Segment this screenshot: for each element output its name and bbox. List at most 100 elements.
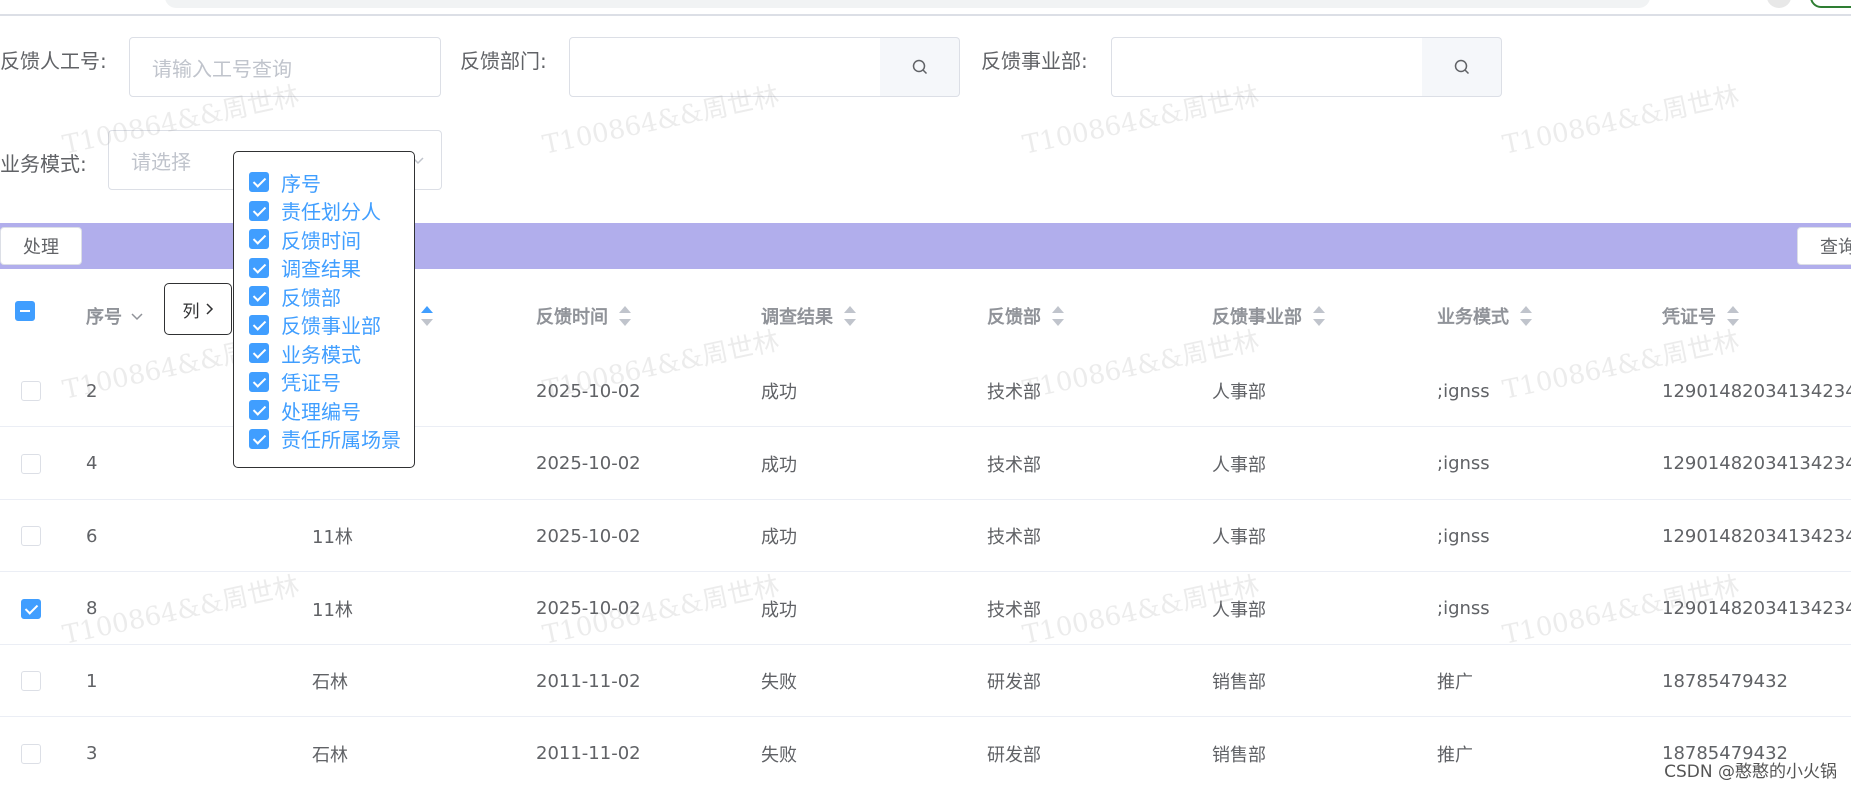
cell-result: 成功: [761, 599, 797, 621]
cell-department: 研发部: [987, 744, 1041, 766]
select-all-checkbox[interactable]: [15, 301, 35, 321]
header-seq[interactable]: 序号: [86, 275, 144, 357]
cell-feedback-time: 2011-11-02: [536, 670, 641, 692]
sort-icon[interactable]: [843, 306, 857, 326]
employee-id-placeholder: 请输入工号查询: [152, 56, 292, 81]
search-icon: [1454, 59, 1469, 75]
sort-icon[interactable]: [420, 306, 434, 326]
business-unit-input[interactable]: [1111, 37, 1423, 97]
table-row[interactable]: 6 11林 2025-10-02 成功 技术部 人事部 ;ignss 129014820341…: [0, 500, 1851, 572]
table-row[interactable]: 3 石林 2011-11-02 失败 研发部 销售部 推广 18785479432: [0, 717, 1851, 786]
sort-icon[interactable]: [1312, 306, 1326, 326]
column-option-checkbox[interactable]: [249, 229, 269, 250]
column-option[interactable]: 责任所属场景: [234, 425, 414, 454]
row-checkbox[interactable]: [21, 743, 41, 764]
cell-person: 11林: [312, 527, 353, 548]
cell-result: 成功: [761, 454, 797, 476]
browser-top-bar: [0, 0, 1851, 16]
column-option[interactable]: 调查结果: [234, 254, 414, 283]
query-button[interactable]: 查询: [1797, 227, 1851, 265]
column-option-checkbox[interactable]: [249, 286, 269, 307]
chevron-right-icon: [205, 303, 213, 315]
cell-business-mode: ;ignss: [1437, 380, 1490, 402]
cell-business-unit: 销售部: [1212, 744, 1266, 766]
header-result[interactable]: 调查结果: [761, 275, 857, 357]
column-option[interactable]: 责任划分人: [234, 197, 414, 226]
process-button[interactable]: 处理: [0, 227, 82, 265]
column-option[interactable]: 处理编号: [234, 396, 414, 425]
cell-department: 研发部: [987, 672, 1041, 693]
column-option-checkbox[interactable]: [249, 314, 269, 335]
business-unit-search-button[interactable]: [1422, 37, 1502, 97]
cell-department: 技术部: [987, 454, 1041, 476]
sort-icon[interactable]: [1726, 306, 1740, 326]
cell-voucher: 18785479432: [1662, 670, 1788, 692]
cell-person: 石林: [312, 672, 348, 693]
employee-id-input[interactable]: 请输入工号查询: [129, 37, 441, 97]
cell-result: 成功: [761, 382, 797, 403]
cell-feedback-time: 2025-10-02: [536, 380, 641, 402]
address-bar[interactable]: [165, 0, 1650, 8]
cell-business-unit: 人事部: [1212, 527, 1266, 548]
department-input[interactable]: [569, 37, 881, 97]
header-department[interactable]: 反馈部: [987, 275, 1065, 357]
employee-id-label: 反馈人工号:: [0, 49, 107, 73]
cell-result: 成功: [761, 527, 797, 548]
column-option-label: 处理编号: [281, 399, 361, 424]
column-option-label: 反馈事业部: [281, 314, 381, 339]
header-business-unit-label: 反馈事业部: [1212, 307, 1302, 328]
column-option-checkbox[interactable]: [249, 200, 269, 221]
chevron-down-icon: [131, 313, 143, 321]
cell-person: 石林: [312, 744, 348, 766]
header-business-mode[interactable]: 业务模式: [1437, 275, 1533, 357]
sort-icon[interactable]: [618, 306, 632, 326]
department-label: 反馈部门:: [460, 49, 547, 73]
cell-business-mode: ;ignss: [1437, 453, 1490, 474]
cell-voucher: 12901482034134234: [1662, 598, 1851, 619]
cell-seq: 2: [86, 380, 98, 402]
column-option[interactable]: 序号: [234, 168, 414, 197]
business-unit-label: 反馈事业部:: [981, 49, 1088, 73]
table-row[interactable]: 1 石林 2011-11-02 失败 研发部 销售部 推广 18785479432: [0, 645, 1851, 717]
header-feedback-time-label: 反馈时间: [536, 307, 608, 328]
cell-business-mode: ;ignss: [1437, 598, 1490, 619]
table-row[interactable]: 8 11林 2025-10-02 成功 技术部 人事部 ;ignss 129014820341…: [0, 572, 1851, 645]
header-feedback-time[interactable]: 反馈时间: [536, 275, 632, 357]
column-option-checkbox[interactable]: [249, 400, 269, 421]
profile-icon[interactable]: [1767, 0, 1791, 8]
column-option-checkbox[interactable]: [249, 343, 269, 364]
cell-business-unit: 人事部: [1212, 382, 1266, 403]
row-checkbox[interactable]: [21, 526, 41, 546]
row-checkbox[interactable]: [21, 381, 41, 401]
header-business-unit[interactable]: 反馈事业部: [1212, 275, 1326, 357]
column-option[interactable]: 反馈时间: [234, 225, 414, 254]
cell-seq: 4: [86, 453, 98, 474]
business-mode-label: 业务模式:: [0, 152, 87, 176]
header-result-label: 调查结果: [761, 307, 833, 328]
row-checkbox[interactable]: [21, 598, 41, 619]
cell-business-unit: 人事部: [1212, 599, 1266, 621]
row-checkbox[interactable]: [21, 671, 41, 691]
column-toggle-button[interactable]: 列: [164, 283, 232, 335]
sort-icon[interactable]: [1051, 306, 1065, 326]
column-option-checkbox[interactable]: [249, 428, 269, 449]
sort-icon[interactable]: [1519, 306, 1533, 326]
column-option[interactable]: 业务模式: [234, 339, 414, 368]
column-option[interactable]: 反馈事业部: [234, 311, 414, 340]
header-seq-label: 序号: [86, 307, 122, 328]
cell-business-unit: 人事部: [1212, 454, 1266, 476]
column-option-label: 凭证号: [281, 371, 341, 396]
column-option[interactable]: 反馈部: [234, 282, 414, 311]
column-option-checkbox[interactable]: [249, 172, 269, 193]
row-checkbox[interactable]: [21, 453, 41, 474]
business-mode-placeholder: 请选择: [131, 149, 191, 174]
extension-button[interactable]: [1810, 0, 1851, 8]
header-voucher[interactable]: 凭证号: [1662, 275, 1740, 357]
department-search-button[interactable]: [880, 37, 960, 97]
column-option[interactable]: 凭证号: [234, 368, 414, 397]
column-option-checkbox[interactable]: [249, 371, 269, 392]
column-option-label: 调查结果: [281, 257, 361, 282]
column-option-checkbox[interactable]: [249, 257, 269, 278]
cell-business-mode: ;ignss: [1437, 525, 1490, 547]
cell-department: 技术部: [987, 527, 1041, 548]
